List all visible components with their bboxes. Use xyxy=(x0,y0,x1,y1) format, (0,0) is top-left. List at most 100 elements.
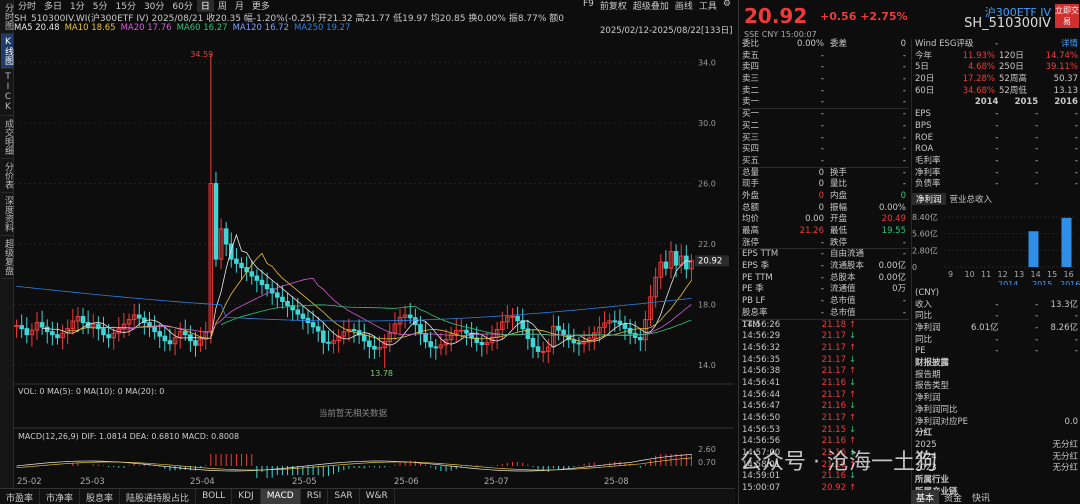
ma-item-4: MA120 16.72 xyxy=(232,23,290,33)
ma-item-3: MA60 16.27 xyxy=(176,23,228,33)
indicator-tab-5[interactable]: KDJ xyxy=(232,489,261,504)
vtab-0[interactable]: 分时图 xyxy=(1,0,13,34)
tick-row: 14:56:47 21.16 ↓ xyxy=(739,401,909,413)
indicator-tab-0[interactable]: 市盈率 xyxy=(0,489,41,504)
info-row: 所属行业 xyxy=(915,474,950,485)
footer-tab-1[interactable]: 资金 xyxy=(939,490,967,504)
vtab-5[interactable]: 深度资料 xyxy=(1,193,13,236)
tick-time: 14:56:53 xyxy=(742,424,781,435)
indicator-tab-2[interactable]: 股息率 xyxy=(80,489,121,504)
trade-now-button[interactable]: 立即交易 xyxy=(1055,4,1079,28)
ob-cell xyxy=(824,144,866,156)
fin-year: 2014 xyxy=(974,97,999,108)
x-tick: 25-07 xyxy=(484,477,509,487)
fin-val: - xyxy=(1074,167,1078,178)
ob-cell: 0 xyxy=(818,190,824,201)
watermark: 公众号 · 沧海一土狗 xyxy=(740,450,937,475)
chart-area[interactable]: 34.0 30.0 26.0 22.0 18.0 14.0 34.59 13.78 20.92 V… xyxy=(14,34,735,504)
ob-cell xyxy=(824,109,866,121)
indicator-tab-8[interactable]: SAR xyxy=(328,489,360,504)
fin-year: 2016 xyxy=(1054,97,1078,108)
ob-row: 总额 0 振幅 0.00% xyxy=(739,203,909,215)
candle-body xyxy=(152,326,157,333)
candle-body xyxy=(275,292,280,298)
report-val xyxy=(1038,370,1078,382)
candle-body xyxy=(372,345,377,350)
fund-row: 60日 34.68% 52周低 13.13 xyxy=(912,86,1080,98)
report-row: 财报披露 xyxy=(912,358,1080,370)
indicator-tab-4[interactable]: BOLL xyxy=(196,489,233,504)
fund-row: (CNY) xyxy=(912,288,1080,300)
up-arrow-icon: ↑ xyxy=(849,342,857,353)
candle-body xyxy=(663,261,669,269)
report-label: 净利润 xyxy=(915,393,941,404)
vtab-2[interactable]: TICK xyxy=(1,69,13,116)
indicator-tab-9[interactable]: W&R xyxy=(360,489,395,504)
fin-label: ROA xyxy=(915,144,934,155)
x-tick: 25-08 xyxy=(604,477,629,487)
fin-val: - xyxy=(1035,120,1039,131)
tick-price: 21.15 xyxy=(821,424,846,435)
quote-header: 20.92 +0.56 +2.75% 沪300ETF IV SH_510300I… xyxy=(739,0,1080,39)
indicator-tab-3[interactable]: 陆股通持股占比 xyxy=(120,489,197,504)
tick-time: 14:56:29 xyxy=(742,331,781,342)
ob-row: PE 季 - 流通值 0万 xyxy=(739,284,909,296)
fin-label: 净利率 xyxy=(915,167,941,178)
chart-bg xyxy=(14,34,694,488)
candle-body xyxy=(310,322,316,328)
candle-body xyxy=(80,316,86,324)
price-tick: 14.0 xyxy=(698,361,716,370)
fin-val: - xyxy=(995,155,999,166)
ob-row: 均价 0.00 开盘 20.49 xyxy=(739,214,909,226)
period-toolbar: 分时 多日 1分 5分 15分 30分 60分日周月更多 F9 前复权 超级叠加 画线 工具 ⚙ xyxy=(14,0,735,12)
esg-detail-link[interactable]: 详情 xyxy=(1045,39,1078,51)
ob-cell: 买三 xyxy=(742,132,760,143)
vtab-6[interactable]: 超级复盘 xyxy=(1,236,13,279)
fin-val: - xyxy=(1074,144,1078,155)
ob-cell: 0 xyxy=(818,179,824,190)
candle-body xyxy=(617,320,623,325)
x-tick: 25-06 xyxy=(394,477,419,487)
vtab-1[interactable]: K线图 xyxy=(1,34,13,69)
bar-y-tick: 2.80亿 xyxy=(912,245,938,255)
ob-cell: 卖三 xyxy=(742,74,760,85)
bar-year-label: 2015 xyxy=(1032,280,1052,285)
ob-row: EPS TTM - 自由流通 - xyxy=(739,249,909,261)
footer-tab-0[interactable]: 基本 xyxy=(911,490,940,504)
ob-cell xyxy=(824,74,866,86)
up-arrow-icon: ↑ xyxy=(849,483,857,494)
fin-val: - xyxy=(1074,155,1078,166)
fin2-val: - xyxy=(1035,334,1039,345)
footer-tab-2[interactable]: 快讯 xyxy=(967,490,995,504)
indicator-tab-7[interactable]: RSI xyxy=(301,489,329,504)
vtab-3[interactable]: 成交明细 xyxy=(1,116,13,159)
ob-cell: - xyxy=(820,62,824,73)
indicator-tab-6[interactable]: MACD xyxy=(260,489,301,504)
fin-val: - xyxy=(1035,155,1039,166)
bar-x-tick: 15 xyxy=(1047,270,1057,279)
bar-x-tick: 12 xyxy=(998,270,1008,279)
candle-body xyxy=(321,330,326,343)
tick-time: 15:00:07 xyxy=(742,483,781,494)
ob-cell: 委差 xyxy=(830,39,848,49)
bar-x-tick: 16 xyxy=(1064,270,1074,279)
tick-time: 14:56:38 xyxy=(742,366,781,377)
x-tick: 25-02 xyxy=(17,477,42,487)
candle-body xyxy=(433,346,439,349)
fin2-label: PE xyxy=(915,346,926,357)
down-arrow-icon: ↓ xyxy=(849,331,857,342)
kline-chart[interactable]: 34.0 30.0 26.0 22.0 18.0 14.0 34.59 13.78 20.92 V… xyxy=(14,34,735,488)
ob-cell: 19.55 xyxy=(881,226,906,236)
candle-body xyxy=(50,331,55,336)
fund-cell: 52周高 xyxy=(999,74,1027,85)
vtab-4[interactable]: 分价表 xyxy=(1,159,13,193)
tick-time: 14:56:26 xyxy=(742,319,781,330)
ob-row: 卖三 - - xyxy=(739,74,909,86)
indicator-tab-1[interactable]: 市净率 xyxy=(40,489,81,504)
fund-cell: 20日 xyxy=(915,74,935,85)
fin-chart-tab-0[interactable]: 净利润 xyxy=(912,192,946,205)
tick-time: 14:56:44 xyxy=(742,389,781,400)
candle-body xyxy=(510,315,515,318)
dividend-val: 无分红 xyxy=(1052,451,1078,462)
fin-chart-tab-1[interactable]: 营业总收入 xyxy=(946,193,997,205)
